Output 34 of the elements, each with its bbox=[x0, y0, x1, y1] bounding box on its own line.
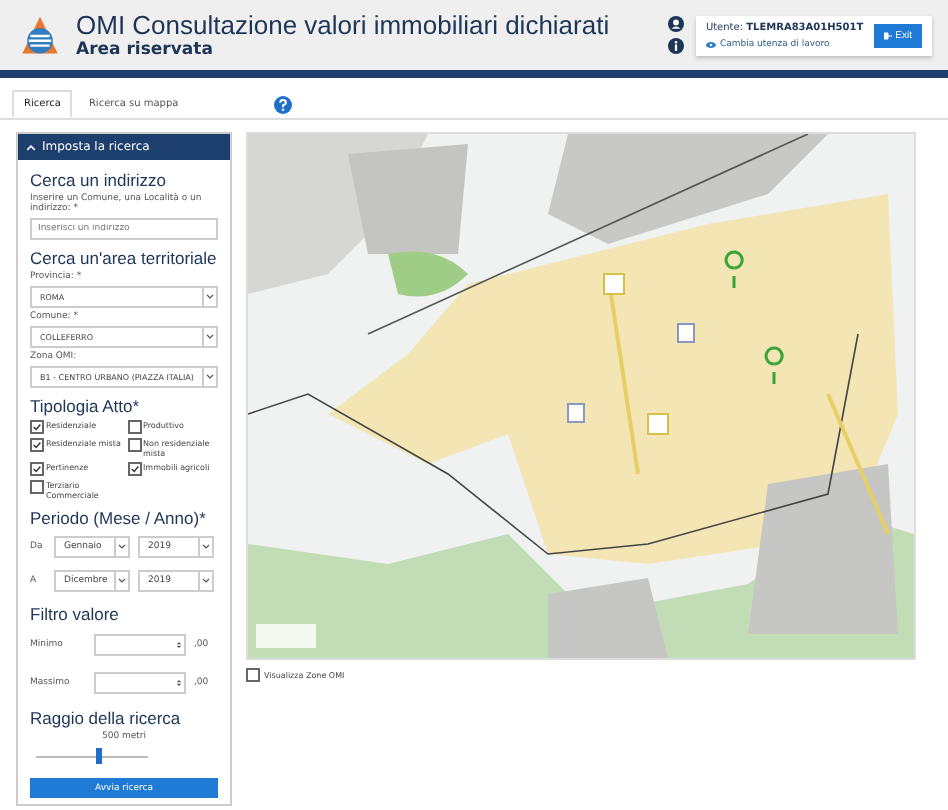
section-heading: Cerca un indirizzo bbox=[30, 170, 169, 190]
spinner-icon[interactable] bbox=[176, 640, 182, 650]
section-heading: Filtro valore bbox=[30, 604, 121, 624]
section-heading: Periodo (Mese / Anno)* bbox=[30, 508, 208, 528]
caret-icon bbox=[202, 368, 216, 386]
info-icon[interactable] bbox=[667, 38, 684, 54]
section-heading: Cerca un'area territoriale bbox=[30, 248, 218, 268]
caret-icon bbox=[198, 538, 212, 556]
help-icon[interactable] bbox=[274, 95, 293, 113]
checkbox[interactable] bbox=[127, 420, 141, 434]
caret-icon bbox=[114, 572, 128, 590]
checkbox[interactable] bbox=[30, 480, 44, 494]
checkbox[interactable] bbox=[30, 420, 44, 434]
app-subtitle: Area riservata bbox=[76, 40, 215, 60]
checkbox[interactable] bbox=[246, 668, 260, 682]
chevron-icon bbox=[26, 143, 36, 151]
number-field[interactable] bbox=[94, 634, 186, 656]
spinner-icon[interactable] bbox=[176, 678, 182, 688]
number-field[interactable] bbox=[94, 672, 186, 694]
exit-icon bbox=[883, 31, 892, 39]
user-icon[interactable] bbox=[667, 16, 684, 32]
app-title: OMI Consultazione valori immobiliari dichiarati bbox=[76, 10, 612, 40]
eye-icon bbox=[705, 41, 716, 47]
caret-icon bbox=[202, 328, 216, 346]
section-heading: Tipologia Atto* bbox=[30, 396, 141, 416]
section-heading: Raggio della ricerca bbox=[30, 708, 183, 728]
checkbox[interactable] bbox=[30, 462, 44, 476]
caret-icon bbox=[198, 572, 212, 590]
caret-icon bbox=[202, 288, 216, 306]
checkbox[interactable] bbox=[30, 438, 44, 452]
caret-icon bbox=[114, 538, 128, 556]
checkbox[interactable] bbox=[127, 462, 141, 476]
slider-thumb[interactable] bbox=[95, 748, 102, 764]
checkbox[interactable] bbox=[127, 438, 141, 452]
